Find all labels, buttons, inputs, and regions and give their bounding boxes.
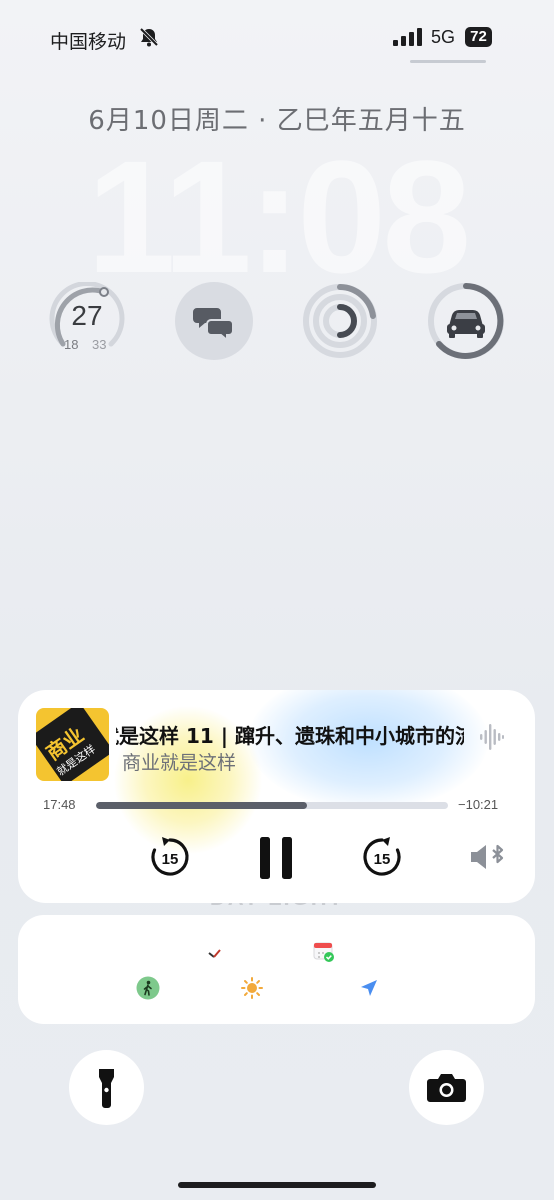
- clock-alarm-icon[interactable]: [208, 944, 222, 963]
- glow-blue: [248, 690, 488, 810]
- skip-forward-seconds: 15: [374, 851, 391, 868]
- now-playing-card[interactable]: 商业 就是这样 商业就是这样 11 | 蹿升、遗珠和中小城市的流 商业就是这样 …: [18, 690, 535, 903]
- control-center-handle[interactable]: [410, 60, 486, 63]
- skip-back-button[interactable]: 15: [148, 835, 192, 883]
- progress-fill: [96, 802, 308, 809]
- weather-low: 18: [64, 337, 79, 352]
- location-arrow-icon[interactable]: [358, 977, 380, 1003]
- camera-icon: [427, 1074, 466, 1102]
- calendar-check-icon[interactable]: [313, 941, 335, 967]
- status-bar: 中国移动 5G 72: [0, 0, 554, 80]
- activity-widget[interactable]: [301, 282, 379, 360]
- remaining-time: −10:21: [458, 797, 499, 812]
- skip-forward-button[interactable]: 15: [360, 835, 404, 883]
- weather-temp: 27: [71, 300, 103, 331]
- track-artist: 商业就是这样: [122, 752, 237, 774]
- signal-bars-icon: [393, 28, 423, 50]
- skip-back-seconds: 15: [162, 851, 179, 868]
- weather-widget[interactable]: 27 18 33: [48, 282, 126, 360]
- sun-icon[interactable]: [240, 976, 264, 1004]
- chat-widget[interactable]: [175, 282, 253, 360]
- battery-indicator: 72: [465, 27, 492, 47]
- car-widget[interactable]: [427, 282, 505, 360]
- network-type: 5G: [431, 27, 456, 47]
- walking-icon[interactable]: [136, 976, 160, 1004]
- speaker-bluetooth-icon[interactable]: [469, 843, 507, 875]
- carrier-name: 中国移动: [50, 31, 127, 53]
- flashlight-icon: [99, 1069, 114, 1108]
- camera-button[interactable]: [409, 1050, 484, 1125]
- home-indicator[interactable]: [178, 1182, 376, 1188]
- pause-button[interactable]: [256, 835, 296, 885]
- track-title-marquee: 商业就是这样 11 | 蹿升、遗珠和中小城市的流: [116, 720, 464, 750]
- progress-scrubber[interactable]: [96, 802, 448, 809]
- elapsed-time: 17:48: [43, 797, 76, 812]
- waveform-icon[interactable]: [480, 724, 504, 754]
- weather-high: 33: [92, 337, 107, 352]
- album-art[interactable]: 商业 就是这样: [36, 708, 109, 781]
- bell-slash-icon: [138, 26, 160, 52]
- shortcuts-widget[interactable]: [18, 915, 535, 1024]
- track-title: 商业就是这样 11 | 蹿升、遗珠和中小城市的流: [116, 724, 464, 748]
- flashlight-button[interactable]: [69, 1050, 144, 1125]
